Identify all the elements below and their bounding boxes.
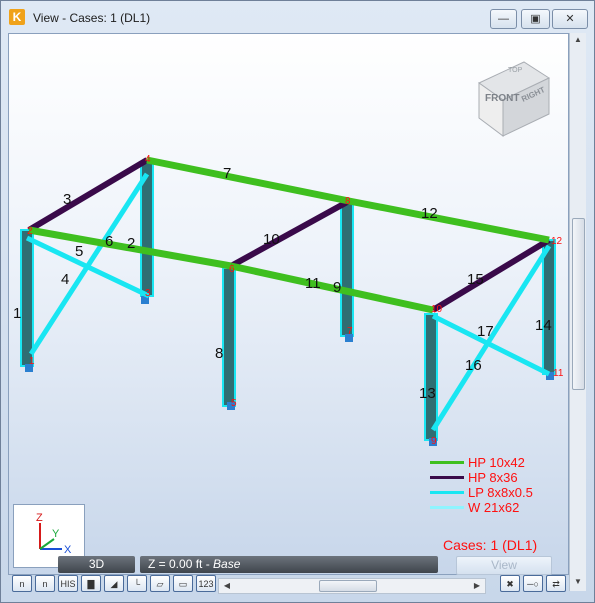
toolbar-button[interactable]: ▱ [150,575,170,592]
node-label: 1 [29,356,35,367]
member-label: 16 [465,357,482,374]
node-label: 6 [229,264,235,275]
legend-label: HP 8x36 [468,470,518,485]
vertical-scroll-thumb[interactable] [572,218,585,390]
columns[interactable] [20,161,556,446]
level-name: Base [213,557,241,571]
load-case-label: Cases: 1 (DL1) [443,537,538,553]
toolbar-button[interactable]: 123 [196,575,216,592]
view-cube[interactable]: FRONT RIGHT TOP [478,61,551,137]
toolbar-button[interactable]: n [35,575,55,592]
scroll-up-icon[interactable]: ▲ [572,35,584,47]
viewcube-top-label: TOP [508,67,523,74]
scroll-right-icon[interactable]: ▶ [471,579,483,593]
legend-label: W 21x62 [468,500,520,515]
horizontal-scroll-thumb[interactable] [319,580,377,592]
maximize-icon: ▣ [530,13,541,25]
member-label: 3 [63,191,71,208]
toolbar-button[interactable]: ▭ [173,575,193,592]
level-value: Z = 0.00 ft - [148,557,214,571]
node-label: 4 [145,154,151,165]
legend-swatch [430,461,464,464]
node-label: 5 [231,398,237,409]
legend-swatch [430,491,464,494]
member-label: 8 [215,345,223,362]
level-indicator[interactable]: Z = 0.00 ft - Base [140,556,438,573]
braces[interactable] [25,172,552,432]
horizontal-scrollbar[interactable]: ◀ ▶ [218,578,486,594]
member-label: 10 [263,231,280,248]
node-label: 7 [347,326,353,337]
node-label: 2 [27,226,33,237]
axis-y-label: Y [52,528,60,540]
legend-swatch [430,506,464,509]
axis-x-label: X [64,544,72,556]
legend-label: HP 10x42 [468,455,525,470]
member-label: 15 [467,271,484,288]
toolbar-button[interactable]: ⇄ [546,575,566,592]
member-label: 12 [421,205,438,222]
legend-label: LP 8x8x0.5 [468,485,533,500]
scroll-left-icon[interactable]: ◀ [221,579,233,593]
member-label: 6 [105,233,113,250]
member-label: 7 [223,165,231,182]
legend-item: LP 8x8x0.5 [430,485,533,500]
member-label: 13 [419,385,436,402]
member-label: 2 [127,235,135,252]
node-label: 12 [551,236,563,247]
view-status-bar: 3D Z = 0.00 ft - Base [58,556,438,574]
legend-item: HP 8x36 [430,470,533,485]
section-legend: HP 10x42 HP 8x36 LP 8x8x0.5 W 21x62 [430,455,533,515]
vertical-scrollbar[interactable]: ▲ ▼ [569,33,586,591]
member-label: 9 [333,279,341,296]
view-button[interactable]: View [456,556,552,575]
member-label: 1 [13,305,21,322]
node-label: 10 [431,304,443,315]
node-label: 11 [553,368,564,379]
title-bar[interactable]: K View - Cases: 1 (DL1) — ▣ ✕ [1,1,594,34]
toolbar-button[interactable]: ✖ [500,575,520,592]
toolbar-button[interactable]: └ [127,575,147,592]
toolbar-button[interactable]: HIS [58,575,78,592]
maximize-button[interactable]: ▣ [521,9,550,29]
node-labels: 1 2 3 4 5 6 7 8 9 10 11 12 [27,154,564,447]
member-label: 11 [305,275,321,292]
legend-item: W 21x62 [430,500,533,515]
window-title: View - Cases: 1 (DL1) [33,11,151,25]
toolbar-button[interactable]: n [12,575,32,592]
member-label: 17 [477,323,494,340]
toolbar-button[interactable]: ▇ [81,575,101,592]
toolbar-button[interactable]: ─○ [523,575,543,592]
member-label: 14 [535,317,552,334]
legend-swatch [430,476,464,479]
node-label: 3 [145,288,151,299]
member-label: 4 [61,271,69,288]
close-icon: ✕ [565,13,575,25]
close-button[interactable]: ✕ [552,9,588,29]
member-labels: 1 2 3 4 5 6 7 8 9 10 11 12 13 14 15 16 1… [13,165,552,402]
minimize-icon: — [498,13,509,25]
axis-z-label: Z [36,512,43,524]
app-logo-icon: K [9,9,25,25]
node-label: 9 [431,436,437,447]
toolbar-button[interactable]: ◢ [104,575,124,592]
minimize-button[interactable]: — [490,9,517,29]
viewcube-front-label: FRONT [485,93,519,104]
member-label: 5 [75,243,83,260]
3d-mode-button[interactable]: 3D [58,556,135,573]
node-label: 8 [345,196,351,207]
legend-item: HP 10x42 [430,455,533,470]
